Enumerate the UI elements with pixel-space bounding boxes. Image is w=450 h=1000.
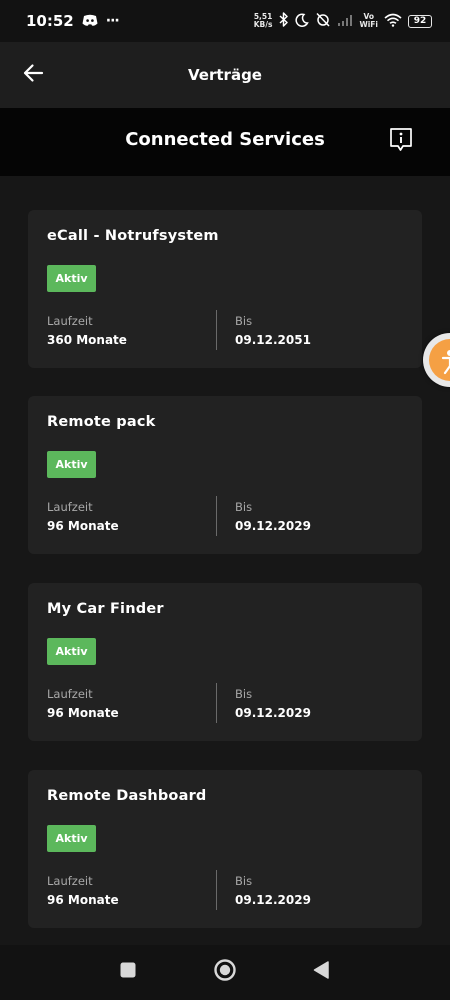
content-area: eCall - Notrufsystem Aktiv Laufzeit 360 … [0,176,450,945]
home-button[interactable] [212,959,238,985]
card-divider [216,310,217,350]
until-label: Bis [235,314,253,328]
triangle-back-icon [312,960,330,984]
vowifi-bottom: WiFi [359,20,378,29]
do-not-disturb-moon-icon [295,12,310,31]
duration-label: Laufzeit [47,500,93,514]
status-badge: Aktiv [47,265,96,292]
info-button[interactable] [388,126,414,154]
duration-value: 360 Monate [47,333,127,347]
battery-icon: 92 [408,14,432,28]
info-icon [388,128,414,158]
until-value: 09.12.2029 [235,893,311,907]
system-back-button[interactable] [308,959,334,985]
signal-icon [337,12,353,31]
duration-value: 96 Monate [47,893,119,907]
until-value: 09.12.2051 [235,333,311,347]
circle-home-icon [213,958,237,986]
service-card[interactable]: eCall - Notrufsystem Aktiv Laufzeit 360 … [28,210,422,368]
service-card-title: My Car Finder [47,601,164,617]
vowifi-indicator: Vo WiFi [359,13,378,29]
app-bar: Verträge [0,42,450,108]
discord-icon [82,12,98,31]
duration-label: Laufzeit [47,874,93,888]
status-badge: Aktiv [47,825,96,852]
service-card-title: Remote Dashboard [47,788,207,804]
recents-button[interactable] [115,959,141,985]
section-header: Connected Services [0,108,450,176]
until-label: Bis [235,874,253,888]
until-label: Bis [235,500,253,514]
card-divider [216,496,217,536]
back-button[interactable] [16,58,50,92]
status-badge: Aktiv [47,451,96,478]
service-card[interactable]: Remote Dashboard Aktiv Laufzeit 96 Monat… [28,770,422,928]
until-value: 09.12.2029 [235,706,311,720]
duration-value: 96 Monate [47,706,119,720]
status-left: 10:52 ··· [26,12,120,31]
card-divider [216,870,217,910]
back-arrow-icon [22,63,44,87]
alarm-off-icon [315,12,331,31]
service-card-title: eCall - Notrufsystem [47,228,219,244]
wifi-icon [384,12,402,31]
square-recents-icon [119,961,137,983]
service-card[interactable]: My Car Finder Aktiv Laufzeit 96 Monate B… [28,583,422,741]
service-card[interactable]: Remote pack Aktiv Laufzeit 96 Monate Bis… [28,396,422,554]
status-badge: Aktiv [47,638,96,665]
bluetooth-icon [278,11,289,31]
duration-label: Laufzeit [47,314,93,328]
network-speed-unit: KB/s [253,20,273,29]
status-bar: 10:52 ··· 5,51 KB/s Vo WiFi 92 [0,0,450,42]
network-speed: 5,51 KB/s [254,13,273,29]
floating-bubble-icon [429,339,450,381]
system-nav-bar [0,945,450,1000]
duration-value: 96 Monate [47,519,119,533]
service-card-title: Remote pack [47,414,156,430]
status-right: 5,51 KB/s Vo WiFi 92 [254,11,432,31]
section-title: Connected Services [125,129,325,150]
page-title: Verträge [188,66,262,84]
status-time: 10:52 [26,12,74,30]
until-value: 09.12.2029 [235,519,311,533]
duration-label: Laufzeit [47,687,93,701]
until-label: Bis [235,687,253,701]
card-divider [216,683,217,723]
more-notifications-icon: ··· [105,13,120,29]
screen: 10:52 ··· 5,51 KB/s Vo WiFi 92 Verträge … [0,0,450,1000]
